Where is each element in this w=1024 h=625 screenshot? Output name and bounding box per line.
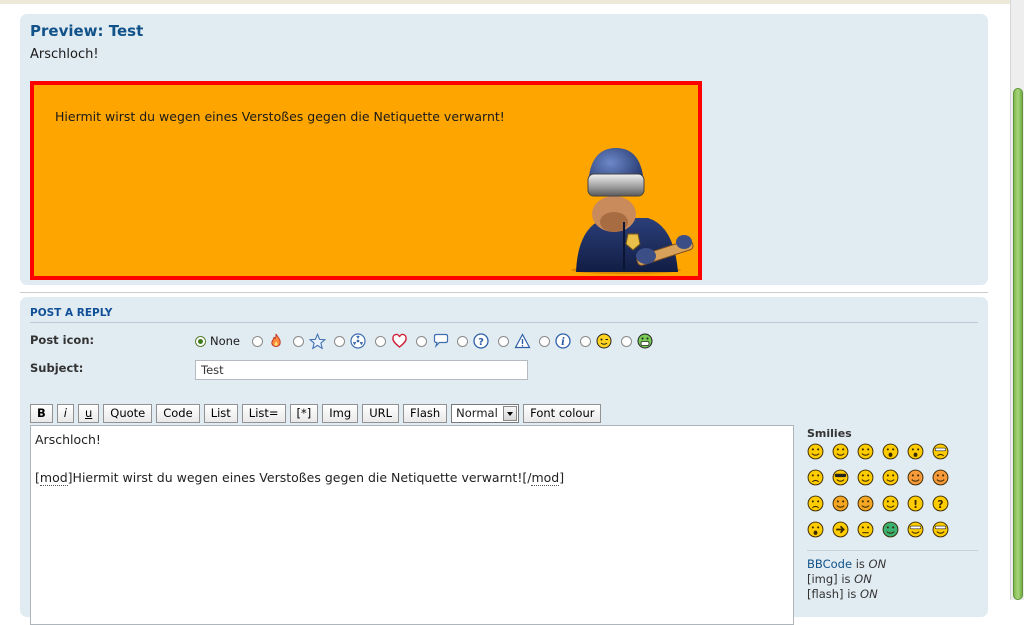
font-size-select[interactable]: Normal	[451, 403, 520, 423]
preview-body-text: Arschloch!	[30, 47, 99, 62]
flash-status: [flash] is ON	[807, 587, 878, 601]
smiley-smile-icon[interactable]	[832, 443, 849, 460]
smilies-grid: !?	[807, 443, 967, 538]
smiley-glasses-sad-icon[interactable]	[932, 443, 949, 460]
scrollbar-thumb[interactable]	[1013, 88, 1023, 600]
post-icon-radio-5[interactable]	[416, 335, 428, 347]
code-button[interactable]: Code	[156, 403, 200, 423]
smilies-heading: Smilies	[807, 427, 852, 440]
preview-title: Preview: Test	[30, 22, 144, 40]
flash-button[interactable]: Flash	[403, 403, 448, 423]
bbcode-link[interactable]: BBCode	[807, 557, 852, 571]
message-mod-open-tag: [mod]	[35, 470, 73, 486]
bbcode-status: BBCode is ON	[807, 557, 887, 571]
quote-button[interactable]: Quote	[103, 403, 153, 423]
smiley-wink-icon[interactable]	[857, 443, 874, 460]
smiley-confused-icon[interactable]	[807, 469, 824, 486]
list-button[interactable]: List	[203, 403, 238, 423]
police-officer-icon	[571, 148, 694, 274]
smiley-cool-icon[interactable]	[832, 469, 849, 486]
top-border	[0, 0, 1010, 4]
smiley-shocked-icon[interactable]	[907, 443, 924, 460]
page-scrollbar[interactable]	[1010, 0, 1024, 600]
speech-bubble-icon	[431, 332, 449, 350]
post-icon-radio-8[interactable]	[539, 335, 551, 347]
smiley-geek-icon[interactable]	[932, 521, 949, 538]
ordered-list-button[interactable]: List=	[241, 403, 286, 423]
post-icon-radio-4[interactable]	[375, 335, 387, 347]
star-icon	[308, 332, 326, 350]
smiley-exclaim-icon[interactable]: !	[907, 495, 924, 512]
preview-panel: Preview: Test Arschloch! Hiermit wirst d…	[20, 14, 988, 285]
post-icon-radio-2[interactable]	[293, 335, 305, 347]
svg-text:?: ?	[937, 498, 943, 511]
svg-text:?: ?	[478, 337, 484, 348]
smiley-evil-icon[interactable]	[832, 495, 849, 512]
post-reply-heading: POST A REPLY	[30, 307, 978, 323]
smiley-razz-icon[interactable]	[882, 469, 899, 486]
smiley-arrow-icon[interactable]	[832, 521, 849, 538]
post-icon-radio-3[interactable]	[334, 335, 346, 347]
img-button[interactable]: Img	[322, 403, 359, 423]
wink-smiley-icon	[595, 332, 613, 350]
img-state: ON	[854, 572, 872, 586]
message-textarea[interactable]: Arschloch! [mod]Hiermit wirst du wegen e…	[30, 425, 794, 625]
moderator-warning-text: Hiermit wirst du wegen eines Verstoßes g…	[55, 109, 505, 124]
svg-text:!: !	[913, 498, 918, 511]
dropdown-arrow-icon[interactable]	[503, 405, 518, 421]
smiley-angry-icon[interactable]	[932, 469, 949, 486]
svg-text:i: i	[561, 337, 565, 348]
question-icon: ?	[472, 332, 490, 350]
url-button[interactable]: URL	[362, 403, 400, 423]
smiley-neutral-icon[interactable]	[857, 521, 874, 538]
smiley-green-icon[interactable]	[882, 521, 899, 538]
post-icon-radio-9[interactable]	[580, 335, 592, 347]
bold-button[interactable]: B	[30, 403, 53, 423]
italic-button[interactable]: i	[56, 403, 74, 423]
grin-smiley-icon	[636, 332, 654, 350]
smiley-idea-icon[interactable]	[807, 521, 824, 538]
flame-icon	[267, 332, 285, 350]
radioactive-icon	[349, 332, 367, 350]
smiley-mad-icon[interactable]	[907, 469, 924, 486]
bbcode-state: ON	[868, 557, 887, 571]
section-divider	[20, 292, 988, 293]
smiley-laugh-icon[interactable]	[857, 469, 874, 486]
bbcode-toolbar: B i u Quote Code List List= [*] Img URL …	[30, 403, 605, 423]
smiley-sad-icon[interactable]	[807, 495, 824, 512]
message-mod-body: Hiermit wirst du wegen eines Verstoßes g…	[72, 470, 523, 485]
smiley-rolleyes-icon[interactable]	[882, 495, 899, 512]
warning-icon	[513, 332, 531, 350]
smiley-surprised-icon[interactable]	[882, 443, 899, 460]
img-status: [img] is ON	[807, 572, 872, 586]
post-icon-radio-10[interactable]	[621, 335, 633, 347]
info-icon: i	[554, 332, 572, 350]
smilies-divider	[807, 550, 978, 551]
post-icon-radio-1[interactable]	[252, 335, 264, 347]
subject-label: Subject:	[30, 361, 84, 375]
post-reply-panel: POST A REPLY Post icon: None ? i Subject…	[20, 297, 988, 625]
heart-icon	[390, 332, 408, 350]
smiley-question-icon[interactable]: ?	[932, 495, 949, 512]
subject-input[interactable]: Test	[195, 360, 528, 380]
underline-button[interactable]: u	[77, 403, 100, 423]
post-icon-none-label: None	[210, 334, 241, 348]
smiley-grin-icon[interactable]	[807, 443, 824, 460]
post-icon-radio-6[interactable]	[457, 335, 469, 347]
list-item-button[interactable]: [*]	[289, 403, 319, 423]
font-colour-button[interactable]: Font colour	[523, 403, 602, 423]
smiley-nerd-icon[interactable]	[907, 521, 924, 538]
post-icon-none-radio[interactable]	[195, 335, 206, 347]
post-icon-radio-7[interactable]	[498, 335, 510, 347]
smiley-twisted-icon[interactable]	[857, 495, 874, 512]
font-size-value: Normal	[456, 405, 498, 420]
post-icon-label: Post icon:	[30, 333, 95, 347]
post-icon-options: None ? i	[195, 332, 662, 350]
moderator-warning-box: Hiermit wirst du wegen eines Verstoßes g…	[30, 81, 702, 280]
message-mod-close-tag: [/mod]	[522, 470, 565, 486]
flash-state: ON	[860, 587, 878, 601]
message-line-1: Arschloch!	[35, 432, 101, 447]
